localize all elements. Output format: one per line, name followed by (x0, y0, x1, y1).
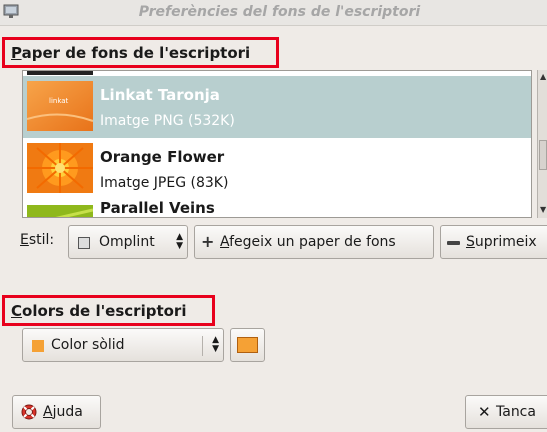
add-wallpaper-mnemonic: A (220, 234, 230, 250)
style-value: Omplint (99, 234, 155, 250)
wallpaper-header-text: aper de fons de l'escriptori (21, 44, 251, 62)
remove-wallpaper-button[interactable]: Suprimeix (440, 225, 547, 259)
help-text: juda (52, 404, 83, 420)
add-wallpaper-text: fegeix un paper de fons (229, 234, 396, 250)
help-mnemonic: A (43, 404, 53, 420)
close-label: Tanca (496, 404, 536, 420)
add-wallpaper-label: Afegeix un paper de fons (220, 226, 396, 258)
help-button[interactable]: Ajuda (12, 395, 101, 429)
wallpaper-item-linkat-taronja[interactable]: linkat Linkat Taronja Imatge PNG (532K) (23, 76, 531, 138)
wallpaper-thumbnail: linkat (27, 81, 93, 131)
previous-thumbnail-edge (27, 71, 93, 75)
colors-section-header: Colors de l'escriptori (2, 295, 215, 326)
lifebuoy-icon (21, 404, 37, 420)
wallpaper-name: Linkat Taronja (100, 86, 220, 104)
wallpaper-type: Imatge JPEG (83K) (100, 175, 229, 191)
wallpaper-name: Parallel Veins (100, 199, 215, 217)
scrollbar-thumb[interactable] (539, 140, 547, 170)
colors-header-mnemonic: C (11, 302, 23, 320)
color-mode-combo[interactable]: Color sòlid ▲ ▼ (22, 328, 224, 362)
colors-header-text: olors de l'escriptori (22, 302, 187, 320)
wallpaper-thumbnail (27, 205, 93, 217)
color-mode-swatch-icon (32, 340, 44, 352)
style-label-text: stil: (28, 232, 55, 248)
window-titlebar[interactable]: Preferències del fons de l'escriptori (0, 0, 547, 26)
spin-arrows-icon: ▲ ▼ (212, 335, 219, 354)
wallpaper-list[interactable]: linkat Linkat Taronja Imatge PNG (532K) … (22, 70, 532, 218)
wallpaper-item-orange-flower[interactable]: Orange Flower Imatge JPEG (83K) (23, 138, 531, 200)
color-swatch (237, 337, 258, 353)
remove-wallpaper-mnemonic: S (466, 234, 475, 250)
wallpaper-name: Orange Flower (100, 148, 225, 166)
close-button[interactable]: ✕ Tanca (465, 395, 547, 429)
scroll-down-icon[interactable]: ▼ (540, 205, 546, 214)
combo-separator (202, 336, 203, 356)
wallpaper-header-mnemonic: P (11, 44, 22, 62)
wallpaper-section-header: Paper de fons de l'escriptori (2, 37, 279, 68)
style-combo[interactable]: Omplint ▲ ▼ (68, 225, 188, 259)
window-title: Preferències del fons de l'escriptori (138, 4, 421, 20)
close-x-icon: ✕ (478, 403, 491, 421)
thumbnail-label: linkat (49, 97, 69, 105)
color-picker-button[interactable] (230, 328, 265, 362)
color-mode-value: Color sòlid (51, 337, 125, 353)
wallpaper-thumbnail (27, 143, 93, 193)
wallpaper-list-scrollbar[interactable]: ▲ ▼ (537, 70, 547, 218)
add-wallpaper-button[interactable]: + Afegeix un paper de fons (194, 225, 434, 259)
wallpaper-item-parallel-veins[interactable]: Parallel Veins (23, 199, 531, 217)
remove-wallpaper-label: Suprimeix (466, 226, 537, 258)
minus-icon (447, 241, 460, 245)
style-label-mnemonic: E (20, 232, 29, 248)
wallpaper-type: Imatge PNG (532K) (100, 113, 235, 129)
spin-arrows-icon: ▲ ▼ (176, 232, 183, 251)
scroll-up-icon[interactable]: ▲ (540, 72, 546, 81)
plus-icon: + (201, 232, 215, 251)
help-label: Ajuda (43, 396, 83, 428)
style-square-icon (78, 237, 90, 249)
style-label: Estil: (20, 232, 54, 248)
remove-wallpaper-text: uprimeix (474, 234, 537, 250)
